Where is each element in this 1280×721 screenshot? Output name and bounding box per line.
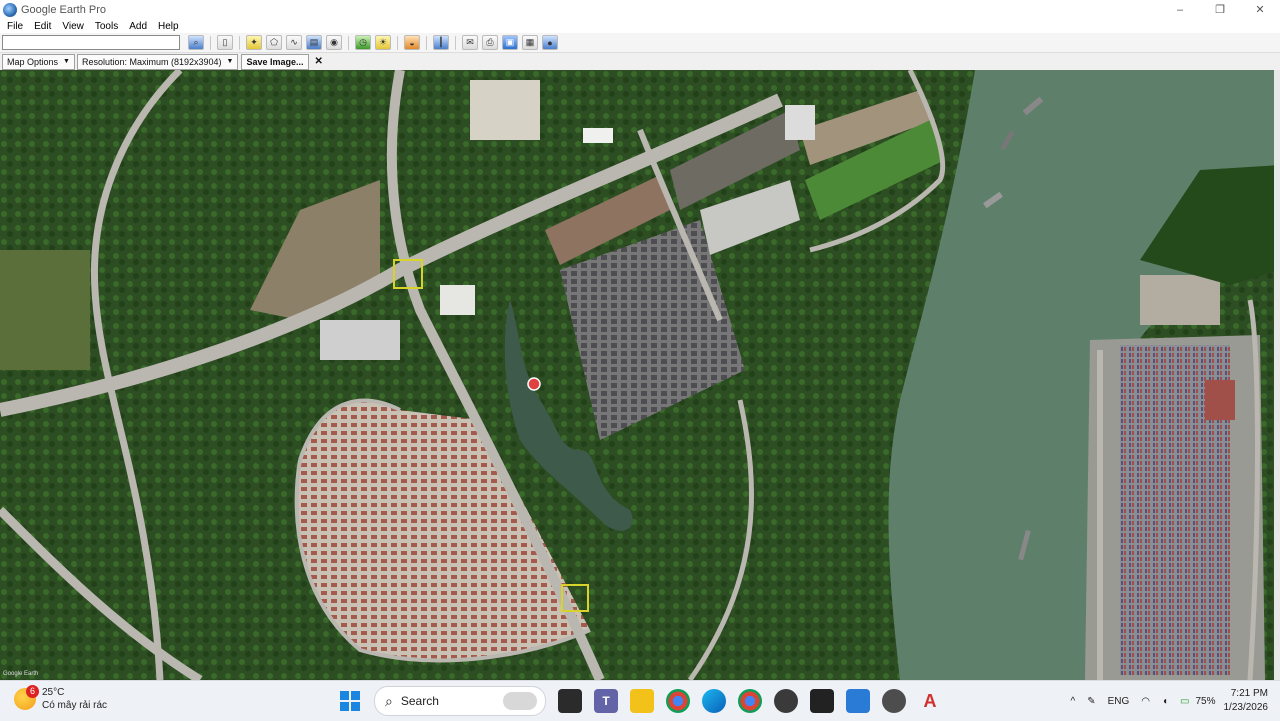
battery-icon[interactable]: ▭ <box>1180 696 1189 707</box>
view-in-maps-icon[interactable]: ▦ <box>522 35 538 50</box>
port-building <box>1205 380 1235 420</box>
search-highlight-icon <box>503 692 537 710</box>
toolbar-divider <box>348 35 349 50</box>
input-method-icon[interactable]: ✎ <box>1087 696 1095 707</box>
menu-file[interactable]: File <box>3 21 27 32</box>
minimize-button[interactable]: – <box>1160 0 1200 19</box>
window-controls: – ❐ ✕ <box>1160 0 1280 19</box>
chrome-profile-icon[interactable] <box>738 689 762 713</box>
placemark-icon[interactable]: ✦ <box>246 35 262 50</box>
port-building <box>1140 275 1220 325</box>
task-view-icon[interactable] <box>558 689 582 713</box>
teams-icon[interactable]: T <box>594 689 618 713</box>
map-view[interactable]: Google Earth <box>0 70 1280 680</box>
print-icon[interactable]: ⎙ <box>482 35 498 50</box>
map-watermark: Google Earth <box>3 671 39 677</box>
building <box>583 128 613 143</box>
map-scrollbar[interactable] <box>1274 70 1280 680</box>
building <box>440 285 475 315</box>
toolbar: ⌕ ▯ ✦ ⬠ ∿ ▤ ◉ ◷ ☀ ◒ ┃ ✉ ⎙ ▣ ▦ ● <box>0 33 1280 53</box>
maximize-button[interactable]: ❐ <box>1200 0 1240 19</box>
commercial-building <box>320 320 400 360</box>
high-rise-buildings <box>470 80 540 140</box>
window-title: Google Earth Pro <box>21 3 106 16</box>
file-explorer-icon[interactable] <box>630 689 654 713</box>
menu-bar: File Edit View Tools Add Help <box>0 19 1280 33</box>
map-options-label: Map Options <box>7 56 59 67</box>
weather-text: 25°C Có mây rải rác <box>42 686 107 712</box>
toolbar-divider <box>397 35 398 50</box>
toolbar-divider <box>210 35 211 50</box>
recording-app-icon[interactable] <box>774 689 798 713</box>
menu-add[interactable]: Add <box>125 21 151 32</box>
chevron-up-icon[interactable]: ^ <box>1070 696 1075 707</box>
menu-help[interactable]: Help <box>154 21 183 32</box>
planets-icon[interactable]: ◒ <box>404 35 420 50</box>
edge-icon[interactable] <box>702 689 726 713</box>
google-earth-app-icon <box>3 2 17 17</box>
chrome-icon[interactable] <box>666 689 690 713</box>
field <box>0 250 90 370</box>
battery-percent: 75% <box>1195 695 1216 707</box>
chevron-down-icon: ▼ <box>226 58 234 65</box>
close-options-icon[interactable]: ✕ <box>315 56 323 67</box>
clock-date: 1/23/2026 <box>1223 702 1269 713</box>
placemark-pin[interactable] <box>527 377 541 391</box>
title-bar: Google Earth Pro – ❐ ✕ <box>0 0 1280 19</box>
historical-imagery-icon[interactable]: ◷ <box>355 35 371 50</box>
resolution-dropdown[interactable]: Resolution: Maximum (8192x3904) ▼ <box>76 53 239 70</box>
close-button[interactable]: ✕ <box>1240 0 1280 19</box>
path-icon[interactable]: ∿ <box>286 35 302 50</box>
resolution-label: Resolution: Maximum (8192x3904) <box>81 56 222 67</box>
weather-temperature: 25°C <box>42 687 65 698</box>
language-indicator[interactable]: ENG <box>1108 696 1130 707</box>
search-icon[interactable]: ⌕ <box>188 35 204 50</box>
terminal-icon[interactable] <box>810 689 834 713</box>
polygon-icon[interactable]: ⬠ <box>266 35 282 50</box>
volume-icon[interactable]: ◖ <box>1162 696 1168 707</box>
ruler-icon[interactable]: ┃ <box>433 35 449 50</box>
weather-sun-cloud-icon: 6 <box>14 685 39 710</box>
sun-icon[interactable]: ☀ <box>375 35 391 50</box>
search-icon: ⌕ <box>385 692 393 709</box>
notification-badge: 6 <box>26 685 39 698</box>
taskbar-search-label: Search <box>400 694 439 708</box>
taskbar-search[interactable]: ⌕ Search <box>374 686 546 716</box>
toolbar-divider <box>426 35 427 50</box>
save-image-options-bar: Map Options ▼ Resolution: Maximum (8192x… <box>0 53 1280 70</box>
clock-time: 7:21 PM <box>1230 688 1268 699</box>
system-tray: ^ ✎ ENG ◠ ◖ ▭ 75% 7:21 PM 1/23/2026 <box>1064 685 1268 717</box>
toolbar-divider <box>455 35 456 50</box>
acrobat-icon[interactable]: A <box>918 689 942 713</box>
windows-start-icon[interactable] <box>338 689 362 713</box>
weather-description: Có mây rải rác <box>42 700 108 711</box>
overlay-icon[interactable]: ▤ <box>306 35 322 50</box>
wifi-icon[interactable]: ◠ <box>1141 696 1150 707</box>
google-earth-taskbar-icon[interactable] <box>882 689 906 713</box>
satellite-imagery <box>0 70 1280 680</box>
windows-taskbar: 6 25°C Có mây rải rác ⌕ Search T A ^ ✎ E… <box>0 680 1280 721</box>
weather-widget[interactable]: 6 25°C Có mây rải rác <box>14 685 107 712</box>
menu-tools[interactable]: Tools <box>91 21 122 32</box>
save-image-button[interactable]: Save Image... <box>241 53 309 70</box>
search-input[interactable] <box>2 35 180 50</box>
sidebar-icon[interactable]: ▯ <box>217 35 233 50</box>
email-icon[interactable]: ✉ <box>462 35 478 50</box>
building <box>785 105 815 140</box>
toolbar-divider <box>239 35 240 50</box>
image-app-icon[interactable] <box>846 689 870 713</box>
chevron-down-icon: ▼ <box>63 58 70 65</box>
save-image-icon[interactable]: ▣ <box>502 35 518 50</box>
record-tour-icon[interactable]: ◉ <box>326 35 342 50</box>
taskbar-apps: ⌕ Search T A <box>332 685 948 717</box>
clock[interactable]: 7:21 PM 1/23/2026 <box>1224 687 1269 715</box>
earth-icon[interactable]: ● <box>542 35 558 50</box>
map-options-dropdown[interactable]: Map Options ▼ <box>2 53 75 70</box>
menu-edit[interactable]: Edit <box>30 21 55 32</box>
menu-view[interactable]: View <box>58 21 88 32</box>
